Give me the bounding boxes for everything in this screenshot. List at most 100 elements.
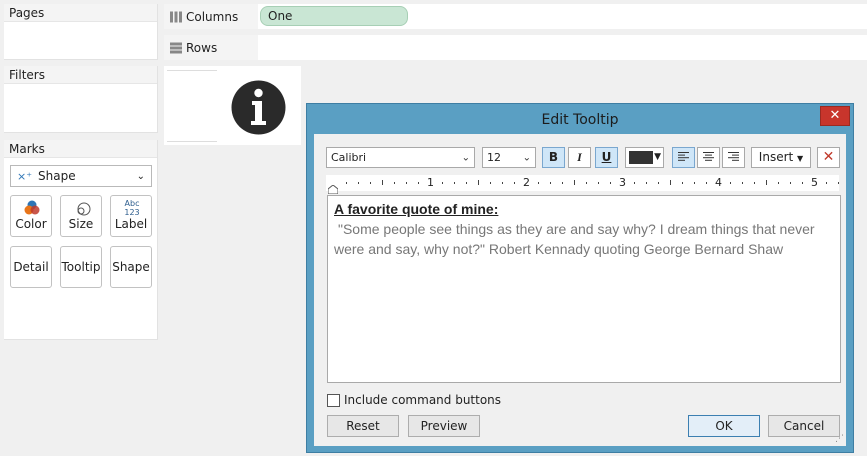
info-shape-icon[interactable] [231, 80, 286, 138]
insert-button[interactable]: Insert ▼ [751, 147, 811, 168]
label-button[interactable]: Abc 123 Label [110, 195, 152, 237]
ruler-tick [574, 180, 575, 185]
columns-icon [170, 11, 182, 22]
font-color-button[interactable]: ▼ [625, 147, 664, 168]
tooltip-body: "Some people see things as they are and … [334, 221, 815, 257]
size-value: 12 [487, 151, 501, 164]
ruler-tick [754, 182, 755, 184]
align-center-icon [703, 150, 714, 164]
color-swatch [629, 151, 653, 164]
ruler-tick [454, 182, 455, 184]
view-divider [167, 70, 217, 71]
mark-type-value: Shape [38, 169, 76, 183]
insert-label: Insert [758, 150, 794, 164]
filters-title: Filters [4, 66, 157, 84]
size-dropdown[interactable]: 12 ⌄ [482, 147, 536, 168]
tooltip-button[interactable]: Tooltip [60, 246, 102, 288]
cancel-button[interactable]: Cancel [768, 415, 840, 437]
ruler-tick [562, 182, 563, 184]
ruler-tick [658, 182, 659, 184]
preview-button[interactable]: Preview [408, 415, 480, 437]
detail-button[interactable]: Detail [10, 246, 52, 288]
view-canvas[interactable] [164, 66, 301, 145]
ruler-number: 4 [715, 176, 722, 189]
ruler-tick [406, 182, 407, 184]
ruler-tick [370, 182, 371, 184]
ruler-tick [418, 182, 419, 184]
filters-card: Filters [4, 66, 158, 133]
ruler-tick [778, 182, 779, 184]
ruler-tick [358, 182, 359, 184]
font-value: Calibri [331, 151, 367, 164]
chevron-down-icon: ▼ [797, 154, 804, 163]
mark-type-dropdown[interactable]: ×⁺ Shape ⌄ [10, 165, 152, 187]
columns-pill-one[interactable]: One [260, 6, 408, 26]
reset-button[interactable]: Reset [327, 415, 399, 437]
marks-card: Marks ×⁺ Shape ⌄ Color Size Abc 123 Labe… [4, 140, 158, 340]
size-label: Size [68, 217, 94, 231]
pages-title: Pages [4, 4, 157, 22]
align-right-button[interactable] [722, 147, 745, 168]
ruler-tick [382, 180, 383, 185]
ruler-tick [670, 180, 671, 185]
font-dropdown[interactable]: Calibri ⌄ [326, 147, 475, 168]
ok-button[interactable]: OK [688, 415, 760, 437]
chevron-down-icon: ▼ [654, 152, 661, 162]
shape-mark-icon: ×⁺ [17, 169, 33, 183]
ruler-tick [514, 182, 515, 184]
align-right-icon [728, 150, 739, 164]
ruler-tick [694, 182, 695, 184]
resize-grip-icon[interactable]: ⋰ [835, 434, 844, 444]
ruler-number: 5 [811, 176, 818, 189]
ruler-tick [346, 182, 347, 184]
columns-label: Columns [186, 9, 239, 24]
ruler-tick [550, 182, 551, 184]
include-command-buttons-checkbox[interactable] [327, 393, 340, 407]
ruler-tick [466, 182, 467, 184]
ruler-tick [394, 182, 395, 184]
tooltip-heading: A favorite quote of mine: [334, 201, 499, 217]
close-button[interactable]: ✕ [820, 106, 850, 126]
color-button[interactable]: Color [10, 195, 52, 237]
columns-shelf-label: Columns [164, 4, 258, 29]
include-command-buttons-row[interactable]: Include command buttons [327, 393, 501, 407]
ruler-tick [490, 182, 491, 184]
edit-tooltip-dialog: Edit Tooltip ✕ Calibri ⌄ 12 ⌄ B I U ▼ In… [306, 103, 854, 453]
chevron-down-icon: ⌄ [522, 152, 531, 163]
ruler-tick [538, 182, 539, 184]
shape-label: Shape [112, 260, 150, 274]
clear-formatting-button[interactable]: ✕ [817, 147, 840, 168]
ruler-tick [598, 182, 599, 184]
underline-button[interactable]: U [595, 147, 618, 168]
dialog-title: Edit Tooltip [541, 112, 619, 128]
rows-shelf[interactable]: Rows [164, 35, 867, 60]
ruler-tick [502, 182, 503, 184]
marks-title: Marks [4, 140, 157, 158]
ruler-tick [586, 182, 587, 184]
color-label: Color [15, 217, 47, 231]
size-button[interactable]: Size [60, 195, 102, 237]
ruler-tick [610, 182, 611, 184]
ruler-tick [790, 182, 791, 184]
chevron-down-icon: ⌄ [136, 170, 145, 182]
shape-button[interactable]: Shape [110, 246, 152, 288]
ruler-tick [682, 182, 683, 184]
ruler-tick [646, 182, 647, 184]
italic-button[interactable]: I [568, 147, 591, 168]
ruler-number: 1 [427, 176, 434, 189]
view-divider-bottom [167, 141, 217, 142]
bold-button[interactable]: B [542, 147, 565, 168]
align-left-button[interactable] [672, 147, 695, 168]
tooltip-text-editor[interactable]: A favorite quote of mine: "Some people s… [327, 195, 841, 383]
ruler[interactable]: 1 2 3 4 5 [326, 175, 839, 195]
ruler-tick [634, 182, 635, 184]
include-command-buttons-label: Include command buttons [344, 393, 502, 407]
ruler-number: 2 [523, 176, 530, 189]
tooltip-label: Tooltip [61, 260, 101, 274]
align-center-button[interactable] [697, 147, 720, 168]
ruler-tick [766, 180, 767, 185]
ruler-tick [442, 182, 443, 184]
ruler-tick [838, 182, 839, 184]
dialog-body: Calibri ⌄ 12 ⌄ B I U ▼ Insert ▼ ✕ 1 2 3 … [314, 134, 846, 446]
ruler-tick [802, 182, 803, 184]
